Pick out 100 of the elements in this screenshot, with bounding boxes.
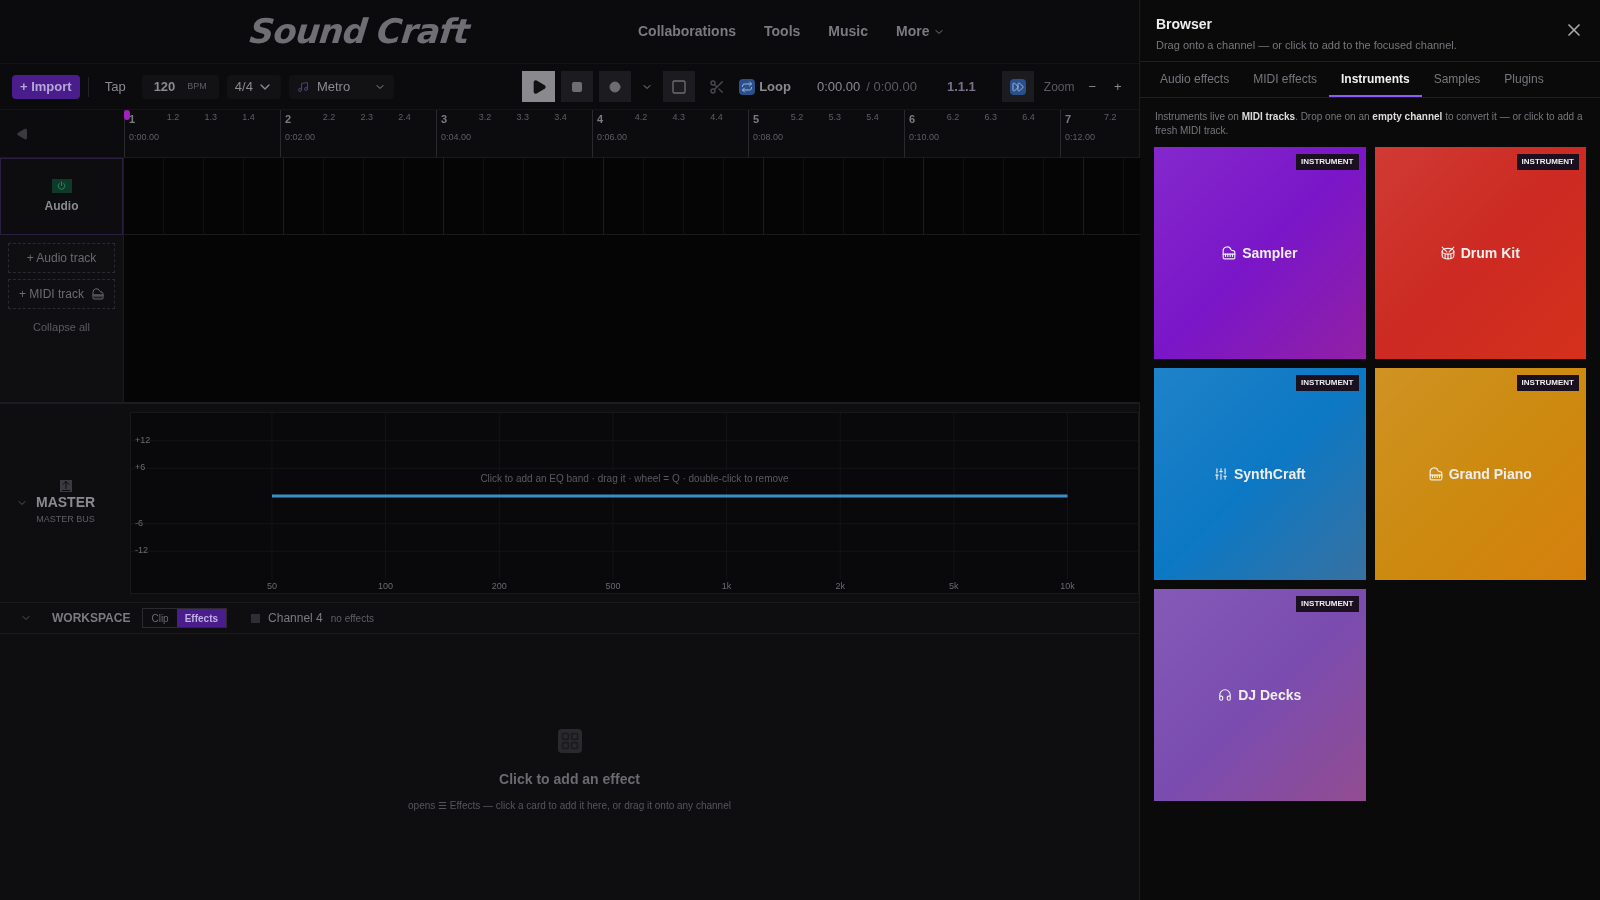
bar-number: 6 <box>909 112 917 127</box>
collapse-all-button[interactable]: Collapse all <box>8 319 115 336</box>
empty-hint: opens ☰ Effects — click a card to add it here, or drag it onto any channel <box>408 799 731 813</box>
logo[interactable]: Sound Craft <box>247 6 583 57</box>
nav-link[interactable]: Music <box>828 21 868 42</box>
browser-tab[interactable]: MIDI effects <box>1241 62 1329 97</box>
stop-button[interactable] <box>561 71 594 102</box>
loop-toggle[interactable]: Loop <box>739 76 791 97</box>
metronome-select[interactable]: Metro <box>288 74 395 99</box>
axis-label: 10k <box>1060 579 1075 593</box>
play-button[interactable] <box>522 71 556 102</box>
nav-link[interactable]: Tools <box>764 21 801 42</box>
position-readout: 1.1.1 <box>946 77 976 96</box>
playhead[interactable] <box>124 110 130 120</box>
track-header[interactable]: Audio <box>0 158 123 235</box>
time-label: 0:10.00 <box>909 131 941 144</box>
axis-label: +6 <box>135 461 146 475</box>
zoom-out-button[interactable]: − <box>1084 76 1101 97</box>
instrument-card[interactable]: INSTRUMENT SynthCraft <box>1154 368 1366 580</box>
channel-status: no effects <box>330 611 374 626</box>
instrument-card[interactable]: INSTRUMENT DJ Decks <box>1154 589 1366 801</box>
master-subtitle: MASTER BUS <box>36 512 95 526</box>
channel-swatch-icon <box>251 613 261 623</box>
empty-title: Click to add an effect <box>499 770 640 789</box>
music-note-icon <box>296 80 309 93</box>
panel-title: Browser <box>1156 15 1214 34</box>
instrument-card[interactable]: INSTRUMENT Sampler <box>1154 147 1366 359</box>
instruments-note: Instruments live on MIDI tracks. Drop one on an empty channel to convert it — or click to add a fresh MIDI track. <box>1154 110 1584 138</box>
axis-label: 500 <box>605 579 621 593</box>
bar-number: 3 <box>441 112 449 127</box>
loop-region-button[interactable] <box>663 71 696 102</box>
beat-label: 5.2 <box>790 111 805 124</box>
channel-name: Channel 4 <box>268 610 323 627</box>
tempo-field[interactable]: 120 BPM <box>141 74 219 99</box>
nav-menu[interactable]: More <box>896 21 946 42</box>
square-icon <box>671 78 688 95</box>
instrument-name: SynthCraft <box>1233 464 1306 484</box>
beat-label: 5.4 <box>866 111 880 124</box>
instrument-badge: INSTRUMENT <box>1296 154 1359 170</box>
total-time: / 0:00.00 <box>866 77 917 96</box>
beat-label: 4.4 <box>710 111 724 124</box>
power-toggle[interactable] <box>51 178 72 193</box>
record-button[interactable] <box>599 71 632 102</box>
beat-label: 2.3 <box>360 111 374 124</box>
time-label: 0:00.00 <box>129 131 161 144</box>
axis-label: -12 <box>135 544 148 558</box>
eq-graph[interactable]: +12 +6 -6 -12 50 100 200 500 1k 2k 5k 10k Click to add an EQ band · drag it · wheel = Q · double-click to remove <box>130 412 1139 594</box>
add-track-button[interactable]: + MIDI track <box>8 279 115 309</box>
bar-number: 1 <box>129 112 137 127</box>
time-label: 0:04.00 <box>441 131 473 144</box>
sliders-icon <box>1213 467 1228 481</box>
axis-label: +12 <box>135 433 151 447</box>
add-track-button[interactable]: + Audio track <box>8 243 115 273</box>
browser-tab[interactable]: Samples <box>1421 62 1493 97</box>
workspace-tab[interactable]: Effects <box>176 609 227 627</box>
scissors-icon[interactable] <box>709 78 726 95</box>
tap-button[interactable]: Tap <box>96 76 134 97</box>
meter-select[interactable]: 4/4 <box>226 74 281 99</box>
beat-label: 7.2 <box>1104 111 1118 124</box>
nav-link[interactable]: Collaborations <box>638 21 736 42</box>
browser-tab[interactable]: Audio effects <box>1148 62 1242 97</box>
effects-grid-icon <box>557 729 582 753</box>
browser-tab[interactable]: Plugins <box>1492 62 1556 97</box>
workspace-tab[interactable]: Clip <box>143 609 177 627</box>
beat-label: 4.3 <box>672 111 686 124</box>
headphones-icon <box>1218 688 1233 702</box>
beat-label: 6.4 <box>1022 111 1036 124</box>
track-name: Audio <box>44 197 79 215</box>
import-button[interactable]: + Import <box>12 74 80 99</box>
beat-label: 1.4 <box>242 111 256 124</box>
instrument-card[interactable]: INSTRUMENT Grand Piano <box>1374 368 1586 580</box>
follow-button[interactable] <box>1001 71 1034 102</box>
browser-tab[interactable]: Instruments <box>1328 62 1422 97</box>
instrument-badge: INSTRUMENT <box>1516 375 1579 391</box>
instrument-name: Sampler <box>1242 243 1298 263</box>
beat-label: 3.2 <box>478 111 493 124</box>
instrument-badge: INSTRUMENT <box>1296 375 1359 391</box>
axis-label: 1k <box>721 579 732 593</box>
master-name: MASTER <box>36 492 96 512</box>
time-label: 0:06.00 <box>597 131 629 144</box>
piano-icon <box>1428 467 1443 481</box>
panel-subtitle: Drag onto a channel — or click to add to the focused channel. <box>1156 38 1457 53</box>
instrument-card[interactable]: INSTRUMENT Drum Kit <box>1374 147 1586 359</box>
instrument-badge: INSTRUMENT <box>1516 154 1579 170</box>
axis-label: 100 <box>378 579 394 593</box>
current-time: 0:00.00 <box>816 77 861 96</box>
instrument-name: Grand Piano <box>1448 464 1532 484</box>
time-label: 0:12.00 <box>1065 131 1097 144</box>
bar-number: 5 <box>753 112 761 127</box>
beat-label: 6.2 <box>946 111 961 124</box>
instrument-name: DJ Decks <box>1238 685 1302 705</box>
beat-label: 3.3 <box>516 111 530 124</box>
zoom-in-button[interactable]: + <box>1110 76 1126 97</box>
zoom-label: Zoom <box>1043 78 1075 96</box>
power-icon <box>57 181 66 190</box>
record-icon <box>609 80 622 93</box>
beat-label: 2.2 <box>322 111 337 124</box>
beat-label: 1.3 <box>204 111 218 124</box>
beat-label: 2.4 <box>398 111 412 124</box>
collapse-arrow-icon[interactable] <box>16 127 28 140</box>
